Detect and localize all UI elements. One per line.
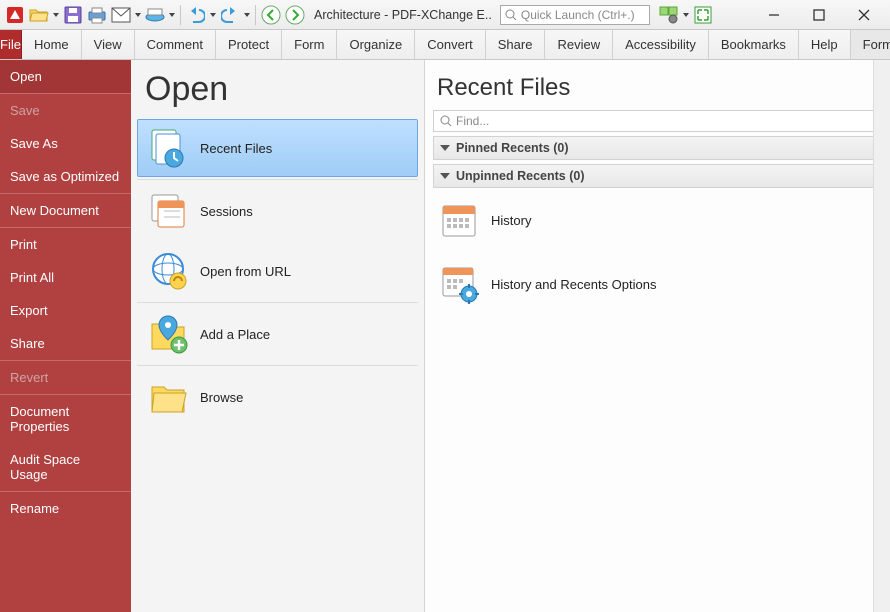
find-placeholder: Find...	[456, 114, 489, 128]
open-folder-icon[interactable]	[28, 4, 50, 26]
section-label: Unpinned Recents (0)	[456, 169, 585, 183]
ui-options-dropdown[interactable]	[682, 4, 690, 26]
globe-link-icon	[146, 249, 190, 293]
recent-title: Recent Files	[433, 66, 882, 110]
sidebar-item-save-as-optimized[interactable]: Save as Optimized	[0, 160, 131, 193]
recent-entry-label: History and Recents Options	[491, 277, 656, 292]
recent-files-icon	[146, 126, 190, 170]
open-item-open-from-url[interactable]: Open from URL	[137, 242, 418, 300]
sidebar-item-print-all[interactable]: Print All	[0, 261, 131, 294]
app-icon[interactable]	[4, 4, 26, 26]
open-title: Open	[137, 66, 418, 119]
redo-icon[interactable]	[219, 4, 241, 26]
tab-organize[interactable]: Organize	[337, 30, 415, 59]
backstage-sidebar: OpenSaveSave AsSave as OptimizedNew Docu…	[0, 60, 131, 612]
search-icon	[440, 115, 452, 127]
title-bar: Architecture - PDF-XChange E.. Quick Lau…	[0, 0, 890, 30]
calendar-gear-icon	[437, 262, 481, 306]
sidebar-item-rename[interactable]: Rename	[0, 492, 131, 525]
sidebar-item-save: Save	[0, 94, 131, 127]
open-item-label: Sessions	[200, 204, 253, 219]
email-icon[interactable]	[110, 4, 132, 26]
scan-dropdown[interactable]	[168, 4, 176, 26]
sidebar-item-share[interactable]: Share	[0, 327, 131, 360]
sidebar-item-save-as[interactable]: Save As	[0, 127, 131, 160]
chevron-down-icon	[440, 145, 450, 151]
maximize-button[interactable]	[796, 1, 841, 29]
file-tab[interactable]: File	[0, 30, 22, 59]
tab-format[interactable]: Format	[851, 30, 890, 59]
tab-home[interactable]: Home	[22, 30, 82, 59]
open-item-recent-files[interactable]: Recent Files	[137, 119, 418, 177]
recent-entry-history[interactable]: History	[433, 188, 882, 252]
nav-back-icon[interactable]	[260, 4, 282, 26]
section-label: Pinned Recents (0)	[456, 141, 569, 155]
open-dropdown[interactable]	[52, 4, 60, 26]
section-pinned-recents-0-[interactable]: Pinned Recents (0)	[433, 136, 882, 160]
sidebar-item-open[interactable]: Open	[0, 60, 131, 93]
recent-panel: Recent Files Find... Pinned Recents (0) U…	[425, 60, 890, 612]
recent-entry-label: History	[491, 213, 531, 228]
undo-dropdown[interactable]	[209, 4, 217, 26]
print-icon[interactable]	[86, 4, 108, 26]
open-item-label: Recent Files	[200, 141, 272, 156]
ui-options-icon[interactable]	[658, 4, 680, 26]
sidebar-item-audit-space-usage[interactable]: Audit Space Usage	[0, 443, 131, 491]
undo-icon[interactable]	[185, 4, 207, 26]
calendar-icon	[437, 198, 481, 242]
add-place-icon	[146, 312, 190, 356]
open-panel: Open Recent Files Sessions Open from URL Ad…	[131, 60, 425, 612]
open-item-add-a-place[interactable]: Add a Place	[137, 305, 418, 363]
window-title: Architecture - PDF-XChange E..	[314, 8, 492, 22]
tab-comment[interactable]: Comment	[135, 30, 216, 59]
sidebar-item-revert: Revert	[0, 361, 131, 394]
open-item-browse[interactable]: Browse	[137, 368, 418, 426]
redo-dropdown[interactable]	[243, 4, 251, 26]
sessions-icon	[146, 189, 190, 233]
open-divider	[137, 302, 418, 303]
sidebar-item-new-document[interactable]: New Document	[0, 194, 131, 227]
email-dropdown[interactable]	[134, 4, 142, 26]
save-icon[interactable]	[62, 4, 84, 26]
tab-bookmarks[interactable]: Bookmarks	[709, 30, 799, 59]
open-item-sessions[interactable]: Sessions	[137, 182, 418, 240]
tab-protect[interactable]: Protect	[216, 30, 282, 59]
recent-entry-history-and-recents-options[interactable]: History and Recents Options	[433, 252, 882, 316]
chevron-down-icon	[440, 173, 450, 179]
fullscreen-icon[interactable]	[692, 4, 714, 26]
open-item-label: Open from URL	[200, 264, 291, 279]
minimize-button[interactable]	[751, 1, 796, 29]
quick-launch-placeholder: Quick Launch (Ctrl+.)	[521, 8, 635, 22]
separator	[255, 5, 256, 25]
tab-help[interactable]: Help	[799, 30, 851, 59]
sidebar-item-export[interactable]: Export	[0, 294, 131, 327]
open-item-label: Add a Place	[200, 327, 270, 342]
find-input[interactable]: Find...	[433, 110, 882, 132]
tab-view[interactable]: View	[82, 30, 135, 59]
vertical-scrollbar[interactable]	[873, 60, 890, 612]
tab-review[interactable]: Review	[545, 30, 613, 59]
tab-share[interactable]: Share	[486, 30, 546, 59]
separator	[180, 5, 181, 25]
quick-launch-input[interactable]: Quick Launch (Ctrl+.)	[500, 5, 650, 25]
folder-icon	[146, 375, 190, 419]
tab-convert[interactable]: Convert	[415, 30, 486, 59]
open-divider	[137, 365, 418, 366]
open-divider	[137, 179, 418, 180]
scan-icon[interactable]	[144, 4, 166, 26]
open-item-label: Browse	[200, 390, 243, 405]
nav-forward-icon[interactable]	[284, 4, 306, 26]
section-unpinned-recents-0-[interactable]: Unpinned Recents (0)	[433, 164, 882, 188]
backstage: OpenSaveSave AsSave as OptimizedNew Docu…	[0, 60, 890, 612]
sidebar-item-print[interactable]: Print	[0, 228, 131, 261]
sidebar-item-document-properties[interactable]: Document Properties	[0, 395, 131, 443]
ribbon-tabs: File HomeViewCommentProtectFormOrganizeC…	[0, 30, 890, 60]
tab-form[interactable]: Form	[282, 30, 337, 59]
search-icon	[505, 9, 517, 21]
tab-accessibility[interactable]: Accessibility	[613, 30, 709, 59]
close-button[interactable]	[841, 1, 886, 29]
